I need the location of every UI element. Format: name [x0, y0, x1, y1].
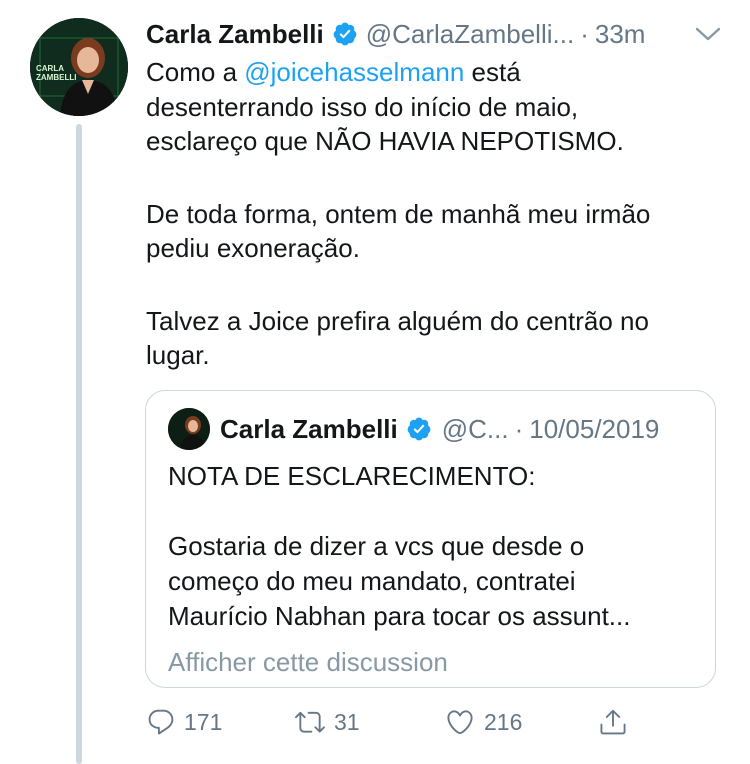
quoted-line: Gostaria de dizer a vcs que desde o	[168, 531, 585, 561]
reply-icon	[146, 707, 176, 737]
separator-dot: ·	[514, 413, 524, 444]
tweet-actions: 171 31 216	[146, 702, 646, 742]
tweet-header: Carla Zambelli @CarlaZambelli... · 33m	[146, 14, 726, 54]
thread-line	[76, 124, 82, 764]
tweet-line: desenterrando isso do início de maio,	[146, 91, 579, 122]
quoted-line: começo do meu mandato, contratei	[168, 566, 576, 596]
show-thread-link[interactable]: Afficher cette discussion	[168, 647, 448, 678]
author-handle[interactable]: @CarlaZambelli...	[366, 19, 574, 50]
reply-button[interactable]: 171	[146, 702, 222, 742]
text-segment: está	[464, 57, 521, 87]
tweet-line: Como a @joicehasselmann está	[146, 55, 726, 90]
mention-link[interactable]: @joicehasselmann	[244, 57, 464, 87]
retweet-icon	[294, 707, 326, 737]
tweet-line: Talvez a Joice prefira alguém do centrão…	[146, 305, 649, 336]
retweet-button[interactable]: 31	[294, 702, 360, 742]
reply-count: 171	[184, 708, 223, 735]
chevron-down-icon[interactable]	[694, 24, 722, 44]
like-button[interactable]: 216	[444, 702, 522, 742]
quoted-author-handle: @C...	[441, 413, 509, 444]
retweet-count: 31	[334, 708, 360, 735]
quoted-avatar-image	[168, 408, 210, 450]
tweet-text: Como a @joicehasselmann está desenterran…	[146, 55, 726, 373]
avatar-text: CARLA ZAMBELLI	[36, 64, 77, 82]
quoted-tweet-text: NOTA DE ESCLARECIMENTO: Gostaria de dize…	[168, 459, 703, 634]
author-avatar[interactable]: CARLA ZAMBELLI	[30, 18, 128, 116]
tweet-line: esclareço que NÃO HAVIA NEPOTISMO.	[146, 126, 624, 156]
verified-badge-icon	[406, 416, 432, 442]
quoted-tweet-date: 10/05/2019	[529, 413, 660, 444]
separator-dot: ·	[580, 18, 589, 49]
quoted-line: Maurício Nabhan para tocar os assunt...	[168, 601, 631, 631]
quoted-author-name: Carla Zambelli	[220, 413, 398, 444]
tweet-line: pediu exoneração.	[146, 233, 360, 263]
share-button[interactable]	[598, 702, 628, 742]
quoted-line: NOTA DE ESCLARECIMENTO:	[168, 461, 536, 491]
quoted-tweet[interactable]: Carla Zambelli @C... · 10/05/2019 NOTA D…	[145, 390, 716, 688]
heart-icon	[444, 707, 476, 737]
tweet-line: De toda forma, ontem de manhã meu irmão	[146, 198, 651, 229]
tweet-line: lugar.	[146, 340, 210, 370]
author-name[interactable]: Carla Zambelli	[146, 19, 324, 50]
tweet-time[interactable]: 33m	[595, 19, 646, 50]
share-icon	[598, 707, 628, 737]
quoted-tweet-header: Carla Zambelli @C... · 10/05/2019	[168, 407, 659, 451]
text-segment: Como a	[146, 57, 245, 87]
like-count: 216	[484, 708, 523, 735]
verified-badge-icon	[332, 21, 358, 47]
quoted-author-avatar	[168, 408, 210, 450]
